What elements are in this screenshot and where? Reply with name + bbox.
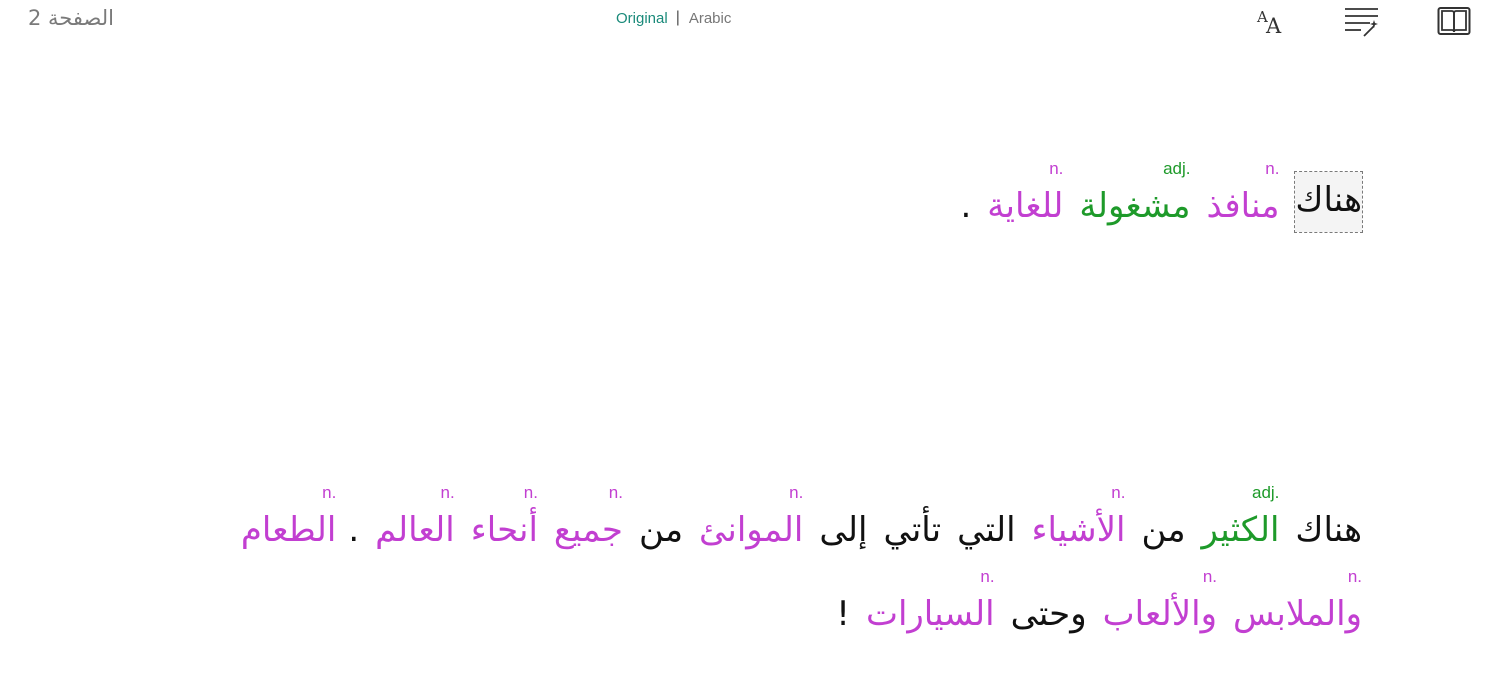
lang-original-option[interactable]: Original — [616, 10, 668, 27]
word-token[interactable]: adj. الكثير — [1202, 482, 1280, 556]
pos-tag-adjective: adj. — [1163, 159, 1191, 178]
word-text[interactable]: تأتي — [883, 504, 941, 556]
paragraph-1-line-1: هناك n. منافذ adj. مشغولة n. للغاية. — [948, 150, 1363, 233]
pos-tag-noun: n. — [1265, 159, 1280, 178]
word-text[interactable]: العالم — [375, 504, 455, 556]
page-number: الصفحة 2 — [28, 6, 114, 30]
pos-tag-noun: n. — [523, 483, 538, 502]
word-token[interactable]: التي — [957, 482, 1015, 556]
word-text[interactable]: إلى — [819, 504, 867, 556]
word-text[interactable]: من — [1141, 504, 1185, 556]
word-text[interactable]: الأشياء — [1032, 504, 1126, 556]
word-token[interactable]: n. الموانئ — [699, 482, 803, 556]
word-text[interactable]: والألعاب — [1103, 588, 1217, 640]
pos-tag-noun: n. — [1347, 567, 1362, 586]
word-text[interactable]: أنحاء — [471, 504, 538, 556]
punctuation: . — [960, 158, 971, 232]
word-token[interactable]: هناك — [1295, 482, 1362, 556]
word-text[interactable]: من — [639, 504, 683, 556]
word-text[interactable]: السيارات — [866, 588, 995, 640]
pos-tag-noun: n. — [1111, 483, 1126, 502]
word-token[interactable]: adj. مشغولة — [1079, 158, 1190, 232]
word-token[interactable]: n. العالم — [375, 482, 455, 556]
paragraph-2-line-1: هناك adj. الكثير من n. الأشياء التي تأتي إلى n. ال… — [225, 482, 1362, 556]
word-token[interactable]: تأتي — [883, 482, 941, 556]
paragraph-2-line-2: n. والملابس n. والألعاب وحتى n. السيارات! — [225, 566, 1362, 640]
word-token[interactable]: n. منافذ — [1206, 158, 1279, 232]
word-token[interactable]: هناك — [1294, 150, 1363, 233]
word-token[interactable]: وحتى — [1011, 566, 1087, 640]
word-text[interactable]: الموانئ — [699, 504, 803, 556]
word-text[interactable]: هناك — [1295, 504, 1362, 556]
book-icon[interactable] — [1437, 5, 1471, 37]
word-token[interactable]: من — [1141, 482, 1185, 556]
word-token[interactable]: من — [639, 482, 683, 556]
word-text: ! — [836, 594, 850, 634]
pos-tag-noun: n. — [440, 483, 455, 502]
pos-tag-noun: n. — [789, 483, 804, 502]
word-text[interactable]: منافذ — [1206, 180, 1279, 232]
word-token[interactable]: n. جميع — [554, 482, 623, 556]
pos-tag-noun: n. — [1202, 567, 1218, 586]
word-text[interactable]: وحتى — [1011, 588, 1087, 640]
language-toggle: Original | Arabic — [616, 9, 731, 27]
word-token[interactable]: n. والألعاب — [1103, 566, 1217, 640]
word-text[interactable]: مشغولة — [1079, 180, 1190, 232]
pos-tag-noun: n. — [322, 483, 337, 502]
word-text[interactable]: هناك — [1294, 171, 1363, 233]
svg-text:A: A — [1265, 14, 1282, 36]
word-text: . — [348, 510, 360, 550]
word-text[interactable]: والملابس — [1233, 588, 1362, 640]
paragraph-1: هناك n. منافذ adj. مشغولة n. للغاية. — [948, 150, 1363, 233]
word-text: . — [960, 186, 972, 226]
lang-arabic-option[interactable]: Arabic — [689, 10, 732, 27]
word-token[interactable]: n. الأشياء — [1032, 482, 1126, 556]
word-token[interactable]: n. أنحاء — [471, 482, 538, 556]
reader-page: الصفحة 2 Original | Arabic A A هناك n. م… — [0, 0, 1490, 693]
word-token[interactable]: إلى — [819, 482, 867, 556]
word-token[interactable]: n. الطعام — [241, 482, 337, 556]
paragraph-2: هناك adj. الكثير من n. الأشياء التي تأتي إلى n. ال… — [225, 482, 1362, 640]
word-text[interactable]: الكثير — [1202, 504, 1280, 556]
punctuation: ! — [836, 566, 850, 640]
lang-separator: | — [675, 9, 680, 26]
font-size-icon[interactable]: A A — [1255, 6, 1287, 36]
punctuation: . — [348, 482, 359, 556]
word-text[interactable]: للغاية — [987, 180, 1063, 232]
word-token[interactable]: n. السيارات — [866, 566, 995, 640]
word-text[interactable]: جميع — [554, 504, 623, 556]
word-token[interactable]: n. والملابس — [1233, 566, 1362, 640]
pos-tag-noun: n. — [1049, 159, 1064, 178]
word-text[interactable]: الطعام — [241, 504, 337, 556]
pos-tag-noun: n. — [608, 483, 623, 502]
word-token[interactable]: n. للغاية — [987, 158, 1063, 232]
magic-format-icon[interactable] — [1344, 6, 1380, 38]
pos-tag-noun: n. — [980, 567, 995, 586]
word-text[interactable]: التي — [957, 504, 1015, 556]
pos-tag-adjective: adj. — [1252, 483, 1280, 502]
